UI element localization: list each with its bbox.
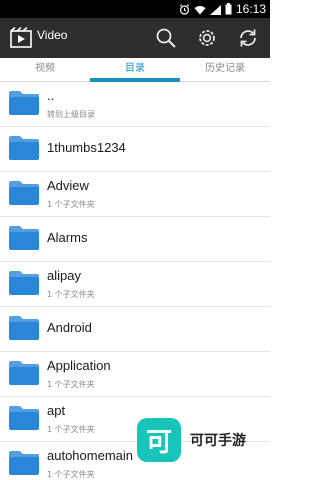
folder-name: alipay — [47, 268, 81, 283]
folder-icon — [8, 225, 40, 251]
folder-name: autohomemain — [47, 448, 133, 463]
folder-name: 1thumbs1234 — [47, 140, 126, 155]
search-icon[interactable] — [154, 26, 178, 50]
folder-name: Android — [47, 320, 92, 335]
alarm-icon — [179, 0, 190, 19]
list-item[interactable]: 1thumbs1234 — [0, 127, 270, 172]
list-item[interactable]: .. 转到上级目录 — [0, 82, 270, 127]
video-logo-icon[interactable] — [10, 26, 32, 49]
folder-name: .. — [47, 88, 55, 103]
folder-subtitle: 1 个子文件夹 — [47, 380, 95, 389]
folder-icon — [8, 450, 40, 476]
refresh-icon[interactable] — [236, 26, 260, 50]
folder-icon — [8, 360, 40, 386]
list-item[interactable]: Android — [0, 307, 270, 352]
list-item[interactable]: Alarms — [0, 217, 270, 262]
folder-icon — [8, 180, 40, 206]
list-item[interactable]: alipay 1 个子文件夹 — [0, 262, 270, 307]
folder-icon — [8, 90, 40, 116]
folder-icon — [8, 135, 40, 161]
tab-history[interactable]: 历史记录 — [180, 58, 270, 82]
list-item[interactable]: Adview 1 个子文件夹 — [0, 172, 270, 217]
folder-subtitle: 1 个子文件夹 — [47, 200, 95, 209]
status-icons: 16:13 — [179, 0, 266, 18]
list-item[interactable]: Application 1 个子文件夹 — [0, 352, 270, 397]
settings-icon[interactable] — [195, 26, 219, 50]
folder-icon — [8, 405, 40, 431]
battery-icon — [225, 0, 232, 19]
status-time: 16:13 — [235, 2, 266, 16]
folder-subtitle: 转到上级目录 — [47, 110, 95, 119]
folder-name: Alarms — [47, 230, 88, 245]
watermark-text: 可可手游 — [190, 433, 246, 449]
wifi-icon — [194, 0, 206, 19]
folder-subtitle: 1 个子文件夹 — [47, 425, 95, 434]
folder-subtitle: 1 个子文件夹 — [47, 290, 95, 299]
watermark-logo: 可 — [137, 418, 181, 462]
folder-name: Adview — [47, 178, 89, 193]
app-title: Video — [37, 28, 68, 42]
app-bar: Video — [0, 18, 270, 58]
folder-name: Application — [47, 358, 111, 373]
folder-icon — [8, 315, 40, 341]
signal-icon — [209, 0, 221, 19]
folder-name: apt — [47, 403, 66, 418]
status-bar: 16:13 — [0, 0, 270, 18]
watermark: 可 可可手游 — [137, 418, 265, 462]
folder-icon — [8, 270, 40, 296]
folder-subtitle: 1 个子文件夹 — [47, 470, 95, 479]
tab-videos[interactable]: 视频 — [0, 58, 90, 82]
